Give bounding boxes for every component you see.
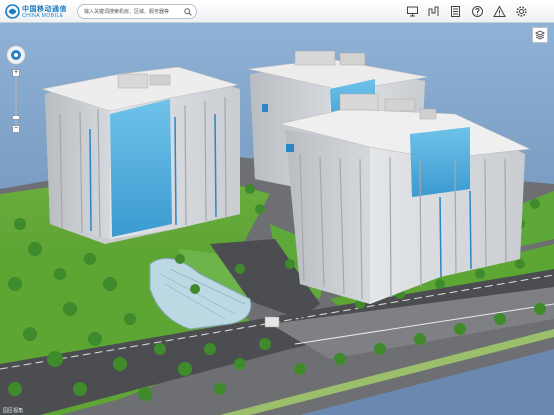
help-icon[interactable] (471, 5, 484, 18)
search-box[interactable] (77, 4, 197, 19)
settings-icon[interactable] (515, 5, 528, 18)
app-window: 中国移动通信 CHINA MOBILE 输入关键词搜索机房、区域、服务器等 + … (0, 0, 554, 415)
top-toolbar: 中国移动通信 CHINA MOBILE (0, 0, 554, 23)
brand-logo: 中国移动通信 CHINA MOBILE (5, 3, 67, 20)
document-icon[interactable] (449, 5, 462, 18)
zoom-out-button[interactable]: − (12, 125, 20, 133)
brand-name-en: CHINA MOBILE (22, 13, 64, 19)
campus-3d-view[interactable] (0, 19, 554, 415)
layers-button[interactable] (532, 27, 548, 43)
search-icon[interactable] (184, 8, 192, 16)
china-mobile-logo-icon (5, 4, 20, 19)
navigation-control: + − (5, 45, 27, 135)
layers-icon (535, 30, 545, 40)
status-text: 园区视角 (3, 408, 24, 414)
zoom-slider-thumb[interactable] (12, 115, 20, 120)
chart-icon[interactable] (427, 5, 440, 18)
search-input[interactable] (84, 6, 184, 17)
warning-icon[interactable] (493, 5, 506, 18)
compass-icon[interactable] (6, 45, 26, 65)
monitor-icon[interactable] (406, 5, 419, 18)
zoom-in-button[interactable]: + (12, 69, 20, 77)
